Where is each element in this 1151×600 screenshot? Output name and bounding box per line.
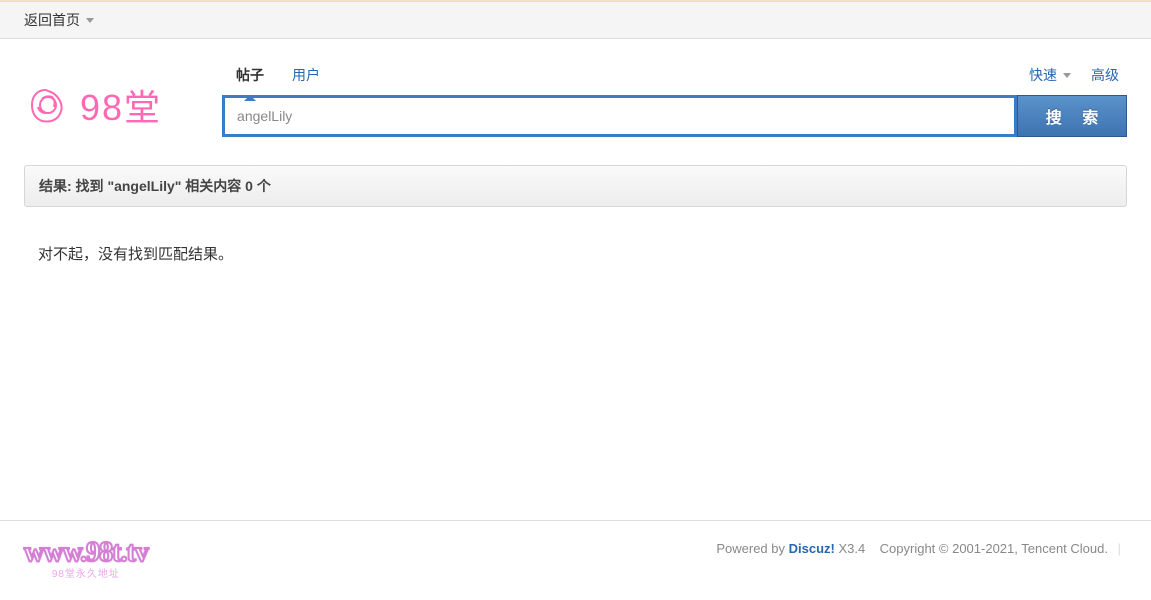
results-header: 结果: 找到 "angelLily" 相关内容 0 个: [24, 165, 1127, 207]
main-header: 98堂 帖子 用户 快速 高级 搜 索: [0, 39, 1151, 147]
footer-credits: Powered by Discuz! X3.4 Copyright © 2001…: [716, 537, 1127, 556]
copyright-label: Copyright © 2001-2021, Tencent Cloud.: [880, 541, 1108, 556]
tab-posts[interactable]: 帖子: [222, 59, 278, 91]
search-tabs: 帖子 用户 快速 高级: [222, 59, 1127, 91]
search-block: 帖子 用户 快速 高级 搜 索: [222, 59, 1127, 137]
powered-by-label: Powered by: [716, 541, 788, 556]
site-logo[interactable]: 98堂: [24, 79, 162, 131]
footer-separator: |: [1118, 541, 1121, 556]
logo-text: 98堂: [80, 79, 162, 131]
advanced-search-link[interactable]: 高级: [1091, 65, 1119, 85]
footer: www.98t.tv 98堂永久地址 Powered by Discuz! X3…: [0, 520, 1151, 600]
tab-users[interactable]: 用户: [278, 59, 334, 91]
search-row: 搜 索: [222, 95, 1127, 137]
discuz-link[interactable]: Discuz!: [789, 541, 835, 556]
breadcrumb-home-link[interactable]: 返回首页: [24, 10, 80, 30]
footer-logo[interactable]: www.98t.tv 98堂永久地址: [24, 537, 148, 580]
breadcrumb: 返回首页: [0, 2, 1151, 39]
search-input[interactable]: [222, 95, 1017, 137]
chevron-down-icon[interactable]: [1063, 73, 1071, 78]
rose-icon: [24, 81, 72, 129]
no-results-message: 对不起，没有找到匹配结果。: [0, 207, 1151, 300]
quick-search-link[interactable]: 快速: [1029, 65, 1057, 85]
search-button[interactable]: 搜 索: [1017, 95, 1127, 137]
chevron-down-icon[interactable]: [86, 18, 94, 23]
version-label: X3.4: [835, 541, 865, 556]
